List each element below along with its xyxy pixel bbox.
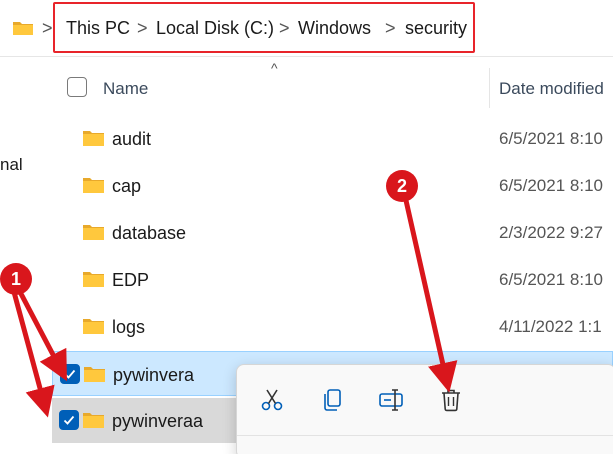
folder-icon [83, 319, 104, 334]
file-date: 2/3/2022 9:27 [499, 223, 603, 242]
list-item[interactable]: database 2/3/2022 9:27 [52, 210, 613, 255]
breadcrumb-separator: > [279, 18, 290, 38]
folder-icon [83, 413, 104, 428]
context-menu-divider [237, 435, 613, 436]
row-checkbox-checked[interactable] [60, 364, 80, 384]
breadcrumb-security[interactable]: security [405, 18, 467, 39]
row-checkbox-checked[interactable] [59, 410, 79, 430]
copy-button[interactable] [315, 383, 349, 417]
copy-icon [324, 389, 341, 411]
delete-icon [442, 389, 460, 412]
cut-icon [261, 389, 283, 411]
file-date: 6/5/2021 8:10 [499, 270, 603, 289]
rename-button[interactable] [375, 383, 409, 417]
folder-icon [83, 272, 104, 287]
list-item[interactable]: cap 6/5/2021 8:10 [52, 163, 613, 208]
nav-pane-item[interactable]: nal [0, 155, 23, 175]
file-name: pywinveraa [112, 411, 204, 431]
column-header-name[interactable]: Name [103, 79, 148, 99]
column-header-date-modified[interactable]: Date modified [499, 79, 604, 99]
file-name: pywinvera [113, 365, 195, 385]
file-name: cap [112, 176, 142, 196]
breadcrumb-windows[interactable]: Windows [298, 18, 371, 39]
cut-button[interactable] [255, 383, 289, 417]
breadcrumb-this-pc[interactable]: This PC [66, 18, 130, 39]
file-date: 6/5/2021 8:10 [499, 176, 603, 195]
file-date: 4/11/2022 1:1 [499, 317, 602, 336]
select-all-checkbox[interactable] [67, 77, 87, 97]
breadcrumb-separator: > [42, 18, 53, 38]
file-name: database [112, 223, 187, 243]
folder-icon [83, 178, 104, 193]
file-name: logs [112, 317, 146, 337]
folder-icon [83, 225, 104, 240]
rename-icon [379, 389, 403, 411]
file-name: audit [112, 129, 152, 149]
checkmark-icon [64, 369, 76, 379]
column-divider[interactable] [489, 68, 490, 108]
folder-icon [13, 22, 33, 35]
list-item[interactable]: EDP 6/5/2021 8:10 [52, 257, 613, 302]
file-name: EDP [112, 270, 150, 290]
checkmark-icon [63, 415, 75, 425]
folder-icon [83, 131, 104, 146]
list-item[interactable]: audit 6/5/2021 8:10 [52, 116, 613, 161]
annotation-badge-1: 1 [0, 263, 32, 295]
breadcrumb-separator: > [385, 18, 396, 38]
list-item[interactable]: logs 4/11/2022 1:1 [52, 304, 613, 349]
address-bar[interactable]: > This PC > Local Disk (C:) > Windows > … [0, 0, 613, 57]
breadcrumb-local-disk[interactable]: Local Disk (C:) [156, 18, 274, 39]
annotation-badge-2: 2 [386, 170, 418, 202]
context-menu [236, 364, 613, 454]
sort-indicator: ^ [271, 60, 278, 76]
breadcrumb-separator: > [137, 18, 148, 38]
delete-button[interactable] [434, 383, 468, 417]
folder-icon [84, 367, 105, 382]
file-date: 6/5/2021 8:10 [499, 129, 603, 148]
